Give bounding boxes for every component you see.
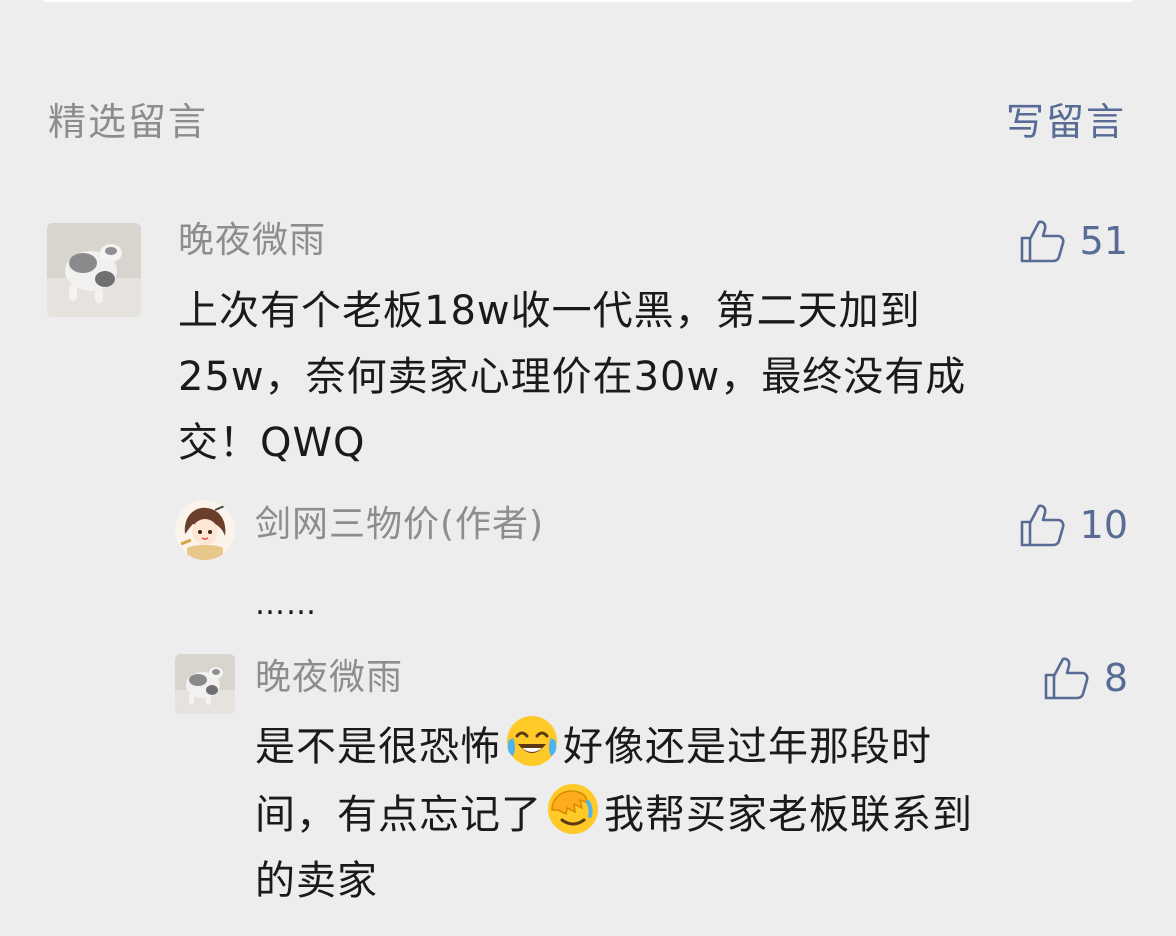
comment-line: 25w，奈何卖家心理价在30w，最终没有成: [178, 354, 967, 400]
like-button[interactable]: 8: [1042, 655, 1128, 701]
reply-line: 是不是很恐怖 好像还是过年那段时: [255, 712, 1135, 780]
like-count: 10: [1079, 503, 1128, 547]
anime-character-avatar-icon: [175, 500, 235, 560]
reply-content: 是不是很恐怖 好像还是过年那段时 间，有点忘记了 我帮买家老板联系到 的卖家: [255, 712, 1135, 914]
reply-author[interactable]: 晚夜微雨: [255, 655, 403, 701]
avatar[interactable]: [175, 500, 235, 560]
reply-content: ……: [255, 587, 317, 622]
like-count: 8: [1103, 656, 1128, 700]
like-button[interactable]: 10: [1018, 502, 1128, 548]
comment-content: 上次有个老板18w收一代黑，第二天加到 25w，奈何卖家心理价在30w，最终没有…: [178, 278, 1138, 476]
reply-author[interactable]: 剑网三物价(作者): [255, 502, 544, 548]
reply-text: 我帮买家老板联系到: [604, 792, 973, 838]
write-comment-button[interactable]: 写留言: [1006, 98, 1126, 146]
section-title: 精选留言: [48, 100, 209, 144]
reply-text: 间，有点忘记了: [255, 792, 542, 838]
thumbs-up-icon: [1020, 504, 1065, 547]
like-button[interactable]: 51: [1018, 218, 1128, 264]
tears-of-joy-emoji-icon: [507, 716, 557, 766]
thumbs-up-icon: [1020, 220, 1065, 263]
cat-avatar-icon: [47, 223, 141, 317]
reply-line: 的卖家: [255, 858, 378, 904]
avatar[interactable]: [47, 223, 141, 317]
comment-line: 上次有个老板18w收一代黑，第二天加到: [178, 288, 921, 334]
avatar[interactable]: [175, 654, 235, 714]
reply-text: 是不是很恐怖: [255, 724, 501, 770]
comments-page: 精选留言 写留言 晚夜微雨 51 上次有个老板18w收一代黑，第二天加到 25w…: [0, 0, 1176, 936]
cat-avatar-icon: [175, 654, 235, 714]
comment-author[interactable]: 晚夜微雨: [178, 218, 326, 264]
facepalm-emoji-icon: [548, 784, 598, 834]
like-count: 51: [1079, 219, 1128, 263]
reply-text: 好像还是过年那段时: [563, 724, 932, 770]
thumbs-up-icon: [1044, 657, 1089, 700]
comment-line: 交！QWQ: [178, 420, 366, 466]
reply-line: 间，有点忘记了 我帮买家老板联系到: [255, 780, 1135, 848]
article-card-bottom-edge: [38, 0, 1138, 2]
